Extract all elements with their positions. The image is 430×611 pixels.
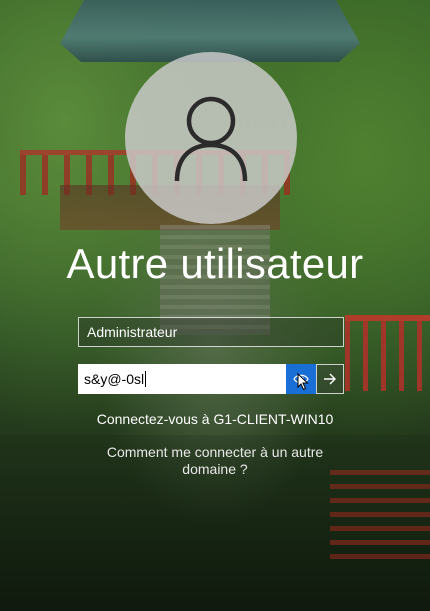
- submit-button[interactable]: [316, 364, 344, 394]
- mouse-pointer-icon: [297, 373, 309, 391]
- bridge-reflection: [330, 470, 430, 560]
- connect-to-machine-text: Connectez-vous à G1-CLIENT-WIN10: [96, 411, 334, 427]
- username-field-value: Administrateur: [87, 324, 178, 340]
- user-silhouette-icon: [174, 96, 248, 182]
- user-avatar: [125, 52, 297, 224]
- password-field[interactable]: s&y@-0sl: [78, 364, 286, 394]
- text-caret: [145, 371, 147, 387]
- red-bridge: [345, 315, 430, 391]
- password-field-value: s&y@-0sl: [84, 371, 145, 387]
- user-title: Autre utilisateur: [66, 240, 364, 287]
- arrow-right-icon: [324, 373, 336, 385]
- other-domain-link[interactable]: Comment me connecter à un autre domaine …: [100, 444, 330, 478]
- username-field[interactable]: Administrateur: [78, 317, 344, 347]
